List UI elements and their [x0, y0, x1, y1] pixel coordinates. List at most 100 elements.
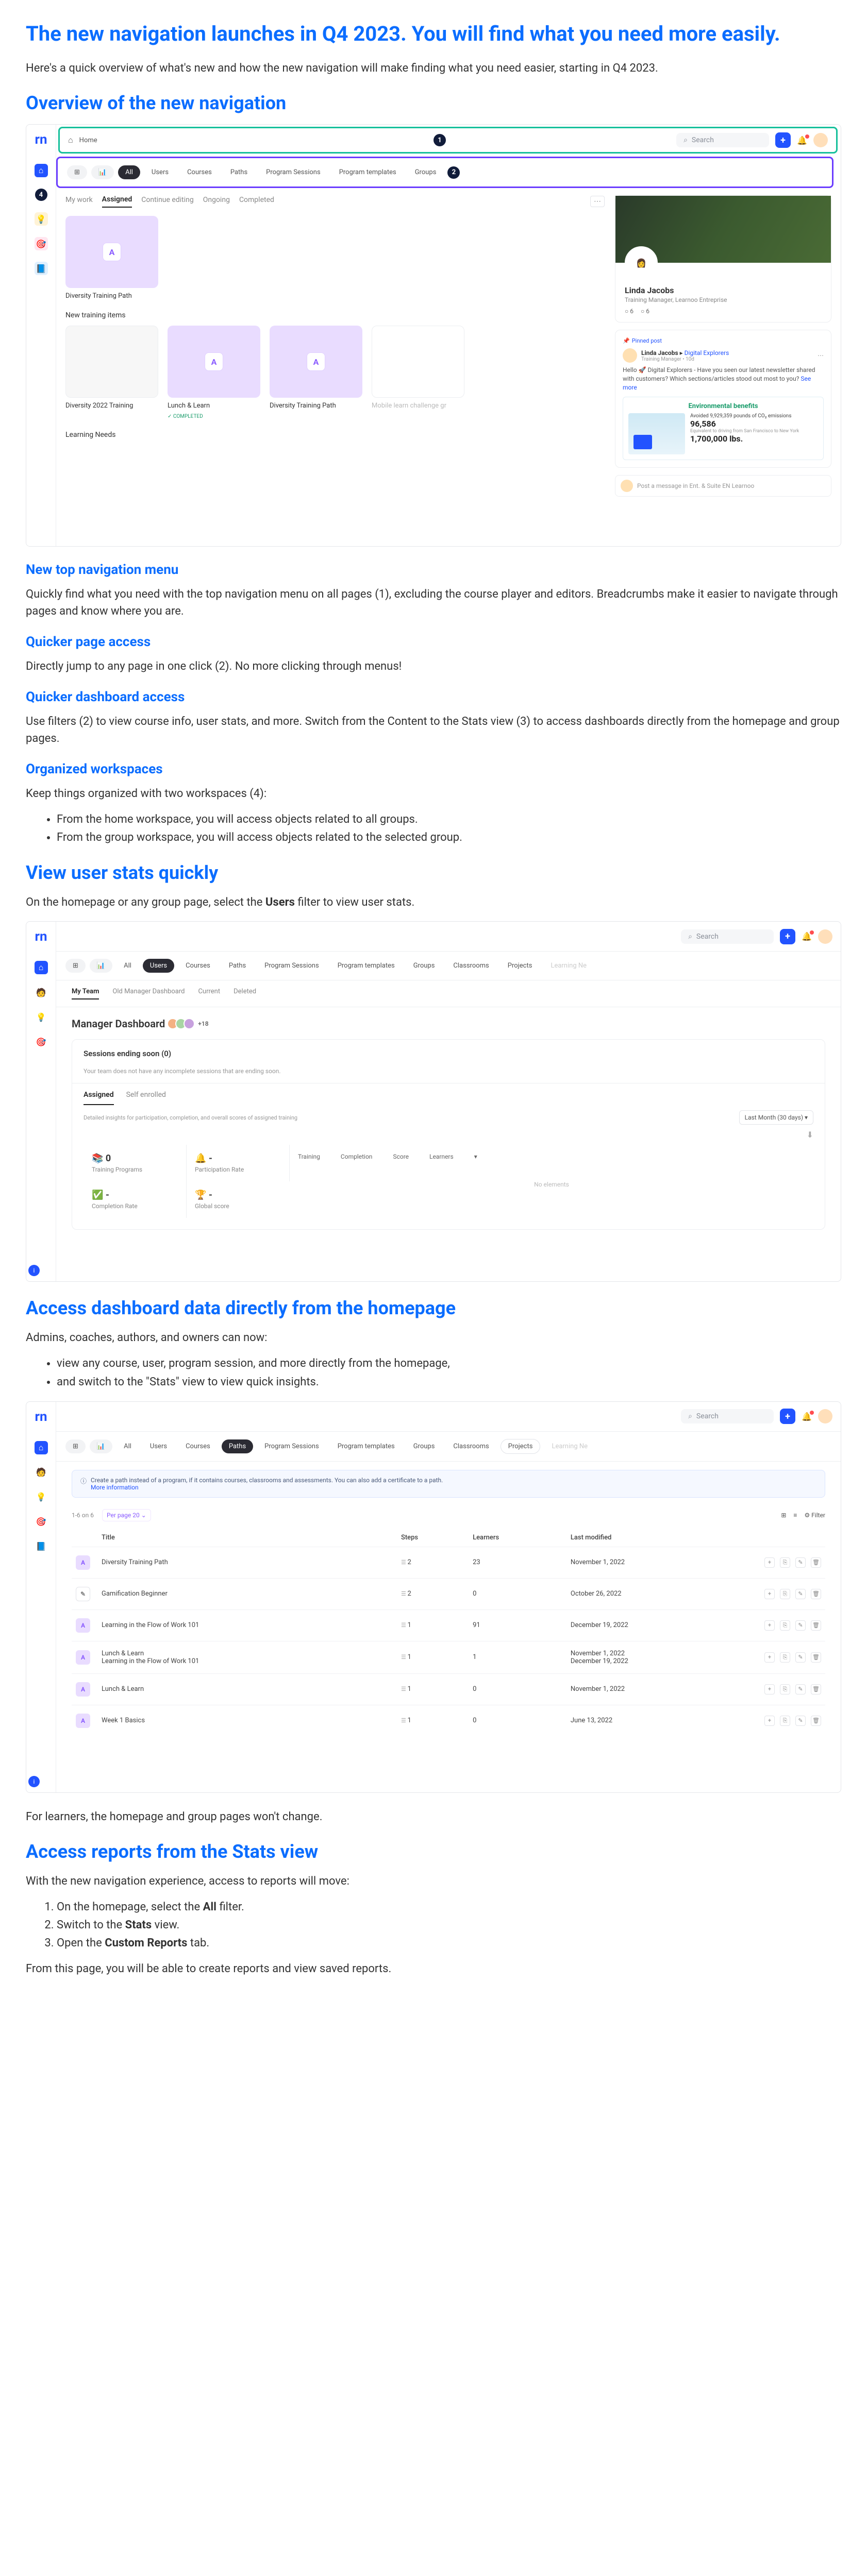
- action-add[interactable]: +: [764, 1716, 775, 1726]
- sidebar-home[interactable]: ⌂: [35, 961, 48, 974]
- download-icon[interactable]: ⬇: [72, 1130, 825, 1140]
- path-icon: ✎: [76, 1587, 90, 1601]
- filter-chip[interactable]: Courses: [180, 165, 219, 179]
- path-learners: 91: [469, 1609, 566, 1641]
- action-edit[interactable]: ✎: [795, 1652, 806, 1663]
- heading-overview: Overview of the new navigation: [26, 92, 841, 114]
- training-tile[interactable]: A: [168, 326, 260, 398]
- tab-myteam[interactable]: My Team: [72, 988, 99, 999]
- action-edit[interactable]: ✎: [795, 1716, 806, 1726]
- pinned-post: 📌 Pinned post Linda Jacobs ▸ Digital Exp…: [615, 330, 831, 468]
- view-toggle[interactable]: ⊞: [67, 165, 87, 179]
- more-info-link[interactable]: More information: [91, 1484, 139, 1491]
- view-content[interactable]: ⊞: [65, 959, 86, 973]
- path-learners: 0: [469, 1578, 566, 1609]
- action-copy[interactable]: ⎘: [780, 1652, 790, 1663]
- search-input[interactable]: ⌕Search: [676, 133, 769, 147]
- filter-chip[interactable]: Program Sessions: [259, 165, 328, 179]
- filter-chip[interactable]: All: [118, 165, 140, 179]
- notifications-icon[interactable]: 🔔: [802, 1412, 812, 1421]
- action-copy[interactable]: ⎘: [780, 1589, 790, 1599]
- app-logo: rn: [26, 922, 56, 952]
- action-add[interactable]: +: [764, 1557, 775, 1568]
- pinned-label: 📌 Pinned post: [623, 337, 824, 344]
- user-avatar[interactable]: [818, 1409, 832, 1423]
- training-tile[interactable]: [372, 326, 464, 398]
- action-delete[interactable]: 🗑: [811, 1652, 821, 1663]
- help-badge[interactable]: i: [28, 1776, 40, 1787]
- tab-continue[interactable]: Continue editing: [141, 196, 193, 207]
- tab-assigned[interactable]: Assigned: [102, 195, 132, 208]
- action-edit[interactable]: ✎: [795, 1557, 806, 1568]
- home-icon[interactable]: ⌂: [68, 135, 73, 145]
- action-delete[interactable]: 🗑: [811, 1620, 821, 1631]
- action-add[interactable]: +: [764, 1684, 775, 1694]
- text: Admins, coaches, authors, and owners can…: [26, 1329, 841, 1346]
- breadcrumb-home[interactable]: Home: [79, 137, 97, 144]
- list-view-icon[interactable]: ≡: [793, 1512, 797, 1519]
- tab-mywork[interactable]: My work: [65, 196, 93, 207]
- action-delete[interactable]: 🗑: [811, 1716, 821, 1726]
- intro-text: Here's a quick overview of what's new an…: [26, 60, 841, 77]
- create-button[interactable]: +: [780, 1409, 795, 1424]
- action-add[interactable]: +: [764, 1620, 775, 1631]
- profile-card: 👩 Linda Jacobs Training Manager, Learnoo…: [615, 195, 831, 323]
- filter-button[interactable]: ⚙ Filter: [804, 1512, 825, 1519]
- sidebar-item[interactable]: 💡: [35, 212, 48, 226]
- create-button[interactable]: +: [775, 132, 791, 148]
- action-add[interactable]: +: [764, 1589, 775, 1599]
- period-select[interactable]: Last Month (30 days) ▾: [739, 1110, 813, 1125]
- sidebar-item[interactable]: 🎯: [35, 237, 48, 250]
- path-steps: 1: [397, 1673, 469, 1705]
- search-input[interactable]: ⌕Search: [681, 1409, 774, 1423]
- action-add[interactable]: +: [764, 1652, 775, 1663]
- filter-chip[interactable]: Paths: [223, 165, 255, 179]
- post-composer[interactable]: Post a message in Ent. & Suite EN Learno…: [615, 475, 831, 497]
- action-edit[interactable]: ✎: [795, 1620, 806, 1631]
- view-stats[interactable]: 📊: [90, 959, 112, 973]
- env-card: Environmental benefits Avoided 9,929,359…: [623, 397, 824, 460]
- sidebar-home[interactable]: ⌂: [35, 164, 48, 177]
- notifications-icon[interactable]: 🔔: [797, 135, 807, 145]
- table-row[interactable]: A Lunch & Learn Learning in the Flow of …: [72, 1641, 825, 1673]
- profile-name: Linda Jacobs: [625, 285, 822, 295]
- table-row[interactable]: ✎ Gamification Beginner 2 0 October 26, …: [72, 1578, 825, 1609]
- view-toggle[interactable]: 📊: [91, 165, 114, 179]
- action-copy[interactable]: ⎘: [780, 1716, 790, 1726]
- filter-chip[interactable]: Groups: [408, 165, 444, 179]
- training-tile[interactable]: A: [65, 216, 158, 288]
- path-learners: 1: [469, 1641, 566, 1673]
- user-avatar[interactable]: [818, 929, 832, 944]
- training-tile[interactable]: A: [270, 326, 362, 398]
- action-edit[interactable]: ✎: [795, 1684, 806, 1694]
- action-delete[interactable]: 🗑: [811, 1589, 821, 1599]
- search-input[interactable]: ⌕Search: [681, 929, 774, 944]
- training-tile[interactable]: [65, 326, 158, 398]
- action-delete[interactable]: 🗑: [811, 1684, 821, 1694]
- post-menu[interactable]: ⋯: [818, 352, 824, 359]
- action-delete[interactable]: 🗑: [811, 1557, 821, 1568]
- perpage-select[interactable]: Per page 20 ⌄: [102, 1509, 151, 1521]
- sidebar-home[interactable]: ⌂: [35, 1441, 48, 1454]
- table-row[interactable]: A Learning in the Flow of Work 101 1 91 …: [72, 1609, 825, 1641]
- heading-qpa: Quicker page access: [26, 634, 841, 650]
- sidebar-item[interactable]: 📘: [35, 262, 48, 275]
- info-banner: ⓘ Create a path instead of a program, if…: [72, 1470, 825, 1498]
- user-avatar[interactable]: [813, 133, 828, 147]
- table-row[interactable]: A Diversity Training Path 2 23 November …: [72, 1547, 825, 1578]
- table-row[interactable]: A Lunch & Learn 1 0 November 1, 2022 + ⎘…: [72, 1673, 825, 1705]
- action-copy[interactable]: ⎘: [780, 1557, 790, 1568]
- filter-chip[interactable]: Users: [144, 165, 176, 179]
- action-copy[interactable]: ⎘: [780, 1620, 790, 1631]
- filter-chip[interactable]: Program templates: [332, 165, 404, 179]
- notifications-icon[interactable]: 🔔: [802, 931, 812, 941]
- tab-completed[interactable]: Completed: [239, 196, 274, 207]
- create-button[interactable]: +: [780, 929, 795, 944]
- action-copy[interactable]: ⎘: [780, 1684, 790, 1694]
- action-edit[interactable]: ✎: [795, 1589, 806, 1599]
- tab-ongoing[interactable]: Ongoing: [203, 196, 230, 207]
- heading-stats: View user stats quickly: [26, 862, 841, 884]
- tab-overflow[interactable]: ⋯: [590, 196, 605, 207]
- table-row[interactable]: A Week 1 Basics 1 0 June 13, 2022 + ⎘ ✎ …: [72, 1705, 825, 1736]
- grid-view-icon[interactable]: ⊞: [781, 1512, 786, 1519]
